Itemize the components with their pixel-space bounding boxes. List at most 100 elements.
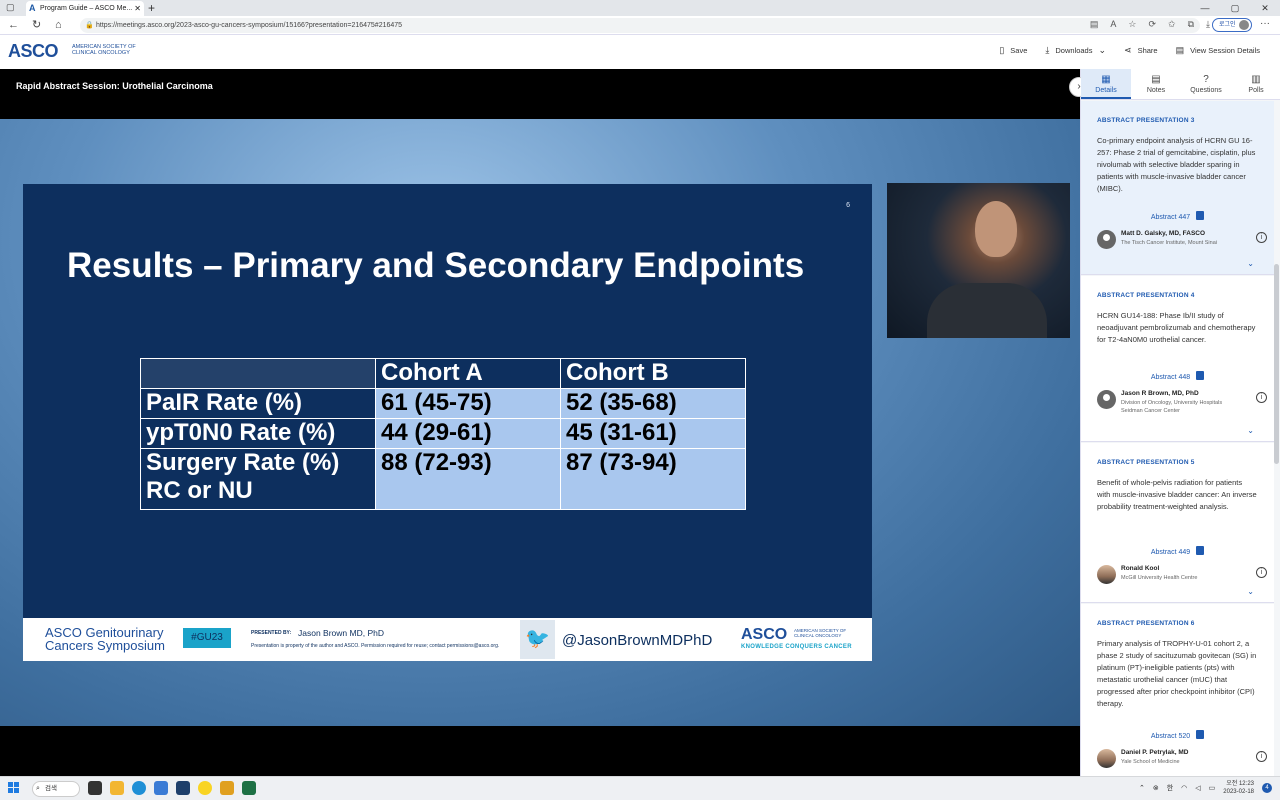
table-cell: 45 (31-61) — [560, 418, 746, 449]
table-row: Surgery Rate (%) RC or NU 88 (72-93) 87 … — [140, 448, 746, 510]
app-tray-icon[interactable]: ⊗ — [1153, 784, 1159, 792]
chevron-down-icon[interactable]: ⌄ — [1247, 587, 1254, 596]
search-icon: ⌕ — [36, 785, 40, 792]
notification-badge[interactable]: 4 — [1262, 783, 1272, 793]
app-icon[interactable] — [220, 781, 234, 795]
save-button[interactable]: ▯ Save — [999, 45, 1027, 56]
asco-logo[interactable]: ASCO — [8, 41, 59, 62]
browser-tab[interactable]: A Program Guide – ASCO Me... ✕ — [26, 1, 144, 16]
table-header-row: Cohort A Cohort B — [140, 358, 746, 389]
avatar — [1097, 565, 1116, 584]
speaker-suit — [927, 283, 1047, 338]
back-icon[interactable]: ← — [8, 18, 19, 32]
footer-tagline: KNOWLEDGE CONQUERS CANCER — [741, 644, 852, 650]
abstract-card[interactable]: ABSTRACT PRESENTATION 6 Primary analysis… — [1081, 604, 1274, 776]
address-bar: ← ↻ ⌂ 🔒 https://meetings.asco.org/2023-a… — [0, 16, 1280, 35]
table-cell: 52 (35-68) — [560, 388, 746, 419]
abstract-link[interactable]: Abstract 449 — [1081, 546, 1274, 556]
card-title: ABSTRACT PRESENTATION 4 — [1097, 292, 1195, 299]
clock-date: 2023-02-18 — [1223, 789, 1254, 795]
downloads-button[interactable]: ⤓ Downloads ⌄ — [1045, 45, 1106, 56]
symposium-line2: Cancers Symposium — [45, 638, 165, 653]
system-tray: ⌃ ⊗ 한 ◠ ◁ ▭ 오전 12:23 2023-02-18 4 — [1139, 780, 1272, 796]
close-window-icon[interactable]: ✕ — [1250, 0, 1280, 16]
file-explorer-icon[interactable] — [110, 781, 124, 795]
info-icon[interactable]: i — [1256, 567, 1267, 578]
chevron-up-icon[interactable]: ⌃ — [1139, 784, 1145, 792]
abstract-label: Abstract 449 — [1150, 549, 1191, 556]
window-menu-icon[interactable]: ▢ — [6, 2, 15, 13]
home-icon[interactable]: ⌂ — [55, 18, 62, 32]
download-icon[interactable]: ⤓ — [1206, 19, 1210, 30]
read-aloud-icon[interactable]: A — [1110, 19, 1116, 30]
row-label: PaIR Rate (%) — [140, 388, 376, 419]
notepad-icon[interactable] — [154, 781, 168, 795]
book-icon: ▦ — [1101, 74, 1111, 85]
panel-content[interactable]: ABSTRACT PRESENTATION 3 Co-primary endpo… — [1081, 101, 1274, 776]
language-indicator[interactable]: 한 — [1167, 783, 1173, 793]
view-session-details-button[interactable]: ▤ View Session Details — [1176, 45, 1260, 56]
taskbar-search[interactable]: ⌕ 검색 — [32, 781, 80, 797]
panel-scrollbar[interactable] — [1274, 264, 1279, 464]
info-icon[interactable]: i — [1256, 392, 1267, 403]
card-description: Primary analysis of TROPHY-U-01 cohort 2… — [1097, 639, 1257, 708]
maximize-icon[interactable]: ▢ — [1220, 0, 1250, 16]
author-row: Matt D. Galsky, MD, FASCO The Tisch Canc… — [1097, 228, 1267, 252]
info-icon[interactable]: i — [1256, 751, 1267, 762]
share-button[interactable]: ⋖ Share — [1124, 45, 1158, 56]
tab-polls[interactable]: ▥ Polls — [1231, 69, 1280, 99]
minimize-icon[interactable]: — — [1190, 0, 1220, 16]
table-row: ypT0N0 Rate (%) 44 (29-61) 45 (31-61) — [140, 418, 746, 449]
table-cell: 61 (45-75) — [375, 388, 561, 419]
slide-number: 6 — [846, 202, 850, 209]
extensions-icon[interactable]: ⟳ — [1148, 19, 1156, 30]
abstract-card[interactable]: ABSTRACT PRESENTATION 5 Benefit of whole… — [1081, 443, 1274, 603]
login-button[interactable]: 로그인 — [1212, 18, 1252, 32]
author-name: Ronald Kool — [1121, 565, 1160, 572]
abstract-label: Abstract 520 — [1150, 733, 1191, 740]
collections-icon[interactable]: ⧉ — [1188, 19, 1194, 30]
tab-details[interactable]: ▦ Details — [1081, 69, 1131, 99]
new-tab-icon[interactable]: + — [148, 0, 155, 16]
video-player[interactable]: Rapid Abstract Session: Urothelial Carci… — [0, 69, 1080, 776]
column-header: Cohort B — [560, 358, 746, 389]
more-menu-icon[interactable]: ··· — [1260, 18, 1270, 29]
tab-questions[interactable]: ? Questions — [1181, 69, 1231, 99]
close-tab-icon[interactable]: ✕ — [134, 1, 141, 16]
card-title: ABSTRACT PRESENTATION 3 — [1097, 117, 1195, 124]
clock[interactable]: 오전 12:23 2023-02-18 — [1223, 780, 1254, 796]
avatar — [1097, 390, 1116, 409]
url-field[interactable]: 🔒 https://meetings.asco.org/2023-asco-gu… — [80, 18, 1200, 33]
search-label: 검색 — [45, 785, 57, 792]
app-icon[interactable] — [176, 781, 190, 795]
abstract-card[interactable]: ABSTRACT PRESENTATION 4 HCRN GU14-188: P… — [1081, 276, 1274, 442]
task-view-icon[interactable] — [88, 781, 102, 795]
refresh-icon[interactable]: ↻ — [32, 18, 41, 32]
url-text: https://meetings.asco.org/2023-asco-gu-c… — [96, 22, 403, 29]
author-row: Jason R Brown, MD, PhD Division of Oncol… — [1097, 388, 1267, 414]
abstract-link[interactable]: Abstract 447 — [1081, 211, 1274, 221]
footer-asco-subtitle: AMERICAN SOCIETY OF CLINICAL ONCOLOGY — [794, 628, 847, 638]
start-button[interactable] — [8, 782, 20, 794]
network-icon[interactable]: ◠ — [1181, 784, 1187, 792]
tab-notes[interactable]: ▤ Notes — [1131, 69, 1181, 99]
chevron-down-icon[interactable]: ⌄ — [1247, 259, 1254, 268]
volume-icon[interactable]: ◁ — [1195, 784, 1200, 792]
favorite-star-icon[interactable]: ☆ — [1128, 19, 1136, 30]
abstract-label: Abstract 447 — [1150, 214, 1191, 221]
author-name: Matt D. Galsky, MD, FASCO — [1121, 230, 1206, 237]
symposium-logo: ASCO Genitourinary Cancers Symposium — [45, 626, 165, 652]
speaker-video — [887, 183, 1070, 338]
favorites-icon[interactable]: ✩ — [1168, 19, 1176, 30]
abstract-link[interactable]: Abstract 448 — [1081, 371, 1274, 381]
info-icon[interactable]: i — [1256, 232, 1267, 243]
reader-icon[interactable]: ▤ — [1090, 19, 1099, 30]
kakaotalk-icon[interactable] — [198, 781, 212, 795]
abstract-card[interactable]: ABSTRACT PRESENTATION 3 Co-primary endpo… — [1081, 101, 1274, 275]
battery-icon[interactable]: ▭ — [1209, 784, 1216, 792]
edge-icon[interactable] — [132, 781, 146, 795]
excel-icon[interactable] — [242, 781, 256, 795]
abstract-link[interactable]: Abstract 520 — [1081, 730, 1274, 740]
table-row: PaIR Rate (%) 61 (45-75) 52 (35-68) — [140, 388, 746, 419]
chevron-down-icon[interactable]: ⌄ — [1247, 426, 1254, 435]
